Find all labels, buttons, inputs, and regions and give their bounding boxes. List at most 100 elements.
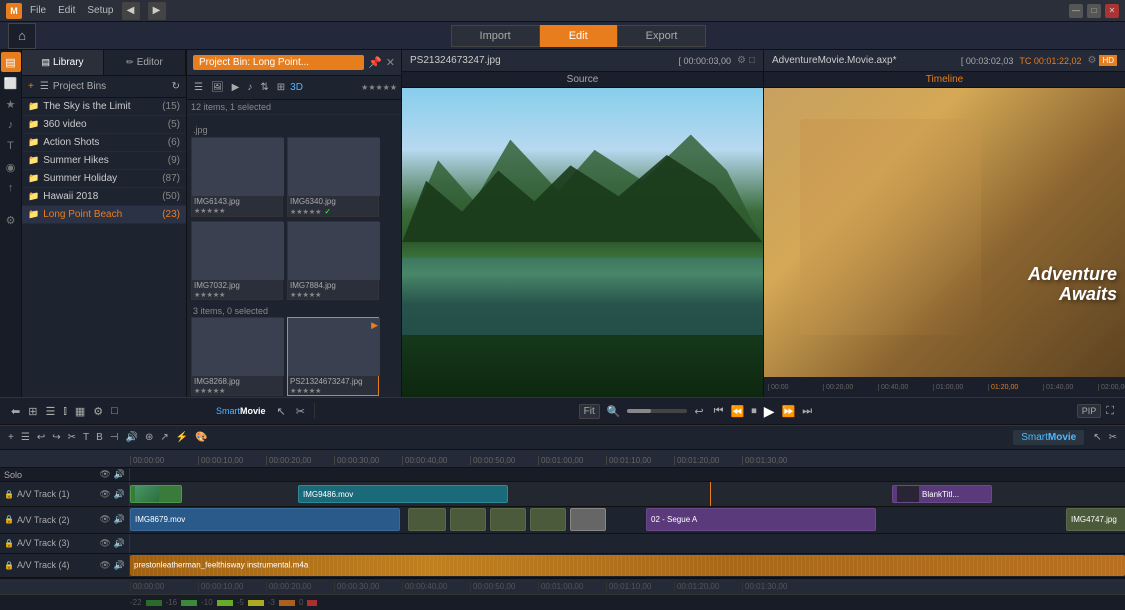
av3-vol[interactable]: 🔊 — [114, 538, 125, 549]
win-min[interactable]: — — [1069, 4, 1083, 18]
media-thumb[interactable]: IMG7032.jpg ★★★★★ — [191, 221, 283, 300]
zoom-label[interactable]: Fit — [579, 404, 600, 419]
clip-block[interactable] — [450, 508, 486, 530]
tl-trim[interactable]: ⊣ — [108, 431, 121, 444]
av2-content[interactable]: IMG8679.mov 02 - Segue A IMG4747.jpg — [130, 507, 1125, 533]
av2-vol[interactable]: 🔊 — [114, 514, 125, 525]
win-max[interactable]: □ — [1087, 4, 1101, 18]
av4-vol[interactable]: 🔊 — [114, 560, 125, 571]
smartmovie-timeline-btn[interactable]: SmartMovie — [1013, 430, 1084, 445]
back-btn[interactable]: ◀ — [122, 2, 140, 20]
tl-cut[interactable]: ✂ — [66, 431, 78, 444]
fwd-btn[interactable]: ▶ — [148, 2, 166, 20]
media-thumb[interactable]: IMG8268.jpg ★★★★★ — [191, 317, 283, 396]
pb-grid-icon[interactable]: ⊞ — [25, 403, 40, 420]
mt-audio-icon[interactable]: ♪ — [244, 81, 255, 94]
pb-step-fwd[interactable]: ⏩ — [779, 403, 799, 420]
tool-share[interactable]: ↑ — [1, 178, 21, 198]
pin-icon[interactable]: 📌 — [368, 56, 382, 69]
mt-image-icon[interactable]: 🖼 — [208, 81, 227, 94]
pb-fullscreen[interactable]: ⛶ — [1103, 403, 1117, 420]
tool-media[interactable]: ▤ — [1, 52, 21, 72]
panel-menu-btn[interactable]: ☰ — [38, 80, 51, 93]
menu-setup[interactable]: Setup — [87, 5, 113, 16]
tl-undo[interactable]: ↩ — [35, 431, 47, 444]
menu-file[interactable]: File — [30, 5, 46, 16]
bin-item[interactable]: 📁 Hawaii 2018 (50) — [22, 188, 186, 206]
source-icon2[interactable]: □ — [749, 55, 755, 66]
pb-stop-btn[interactable]: ⏹ — [748, 403, 760, 420]
pb-undo-btn[interactable]: ↩ — [691, 403, 706, 420]
tl-filter[interactable]: ⊛ — [143, 431, 155, 444]
av1-eye[interactable]: 👁 — [99, 489, 110, 500]
clip-block[interactable]: IMG9486.mov — [298, 485, 508, 504]
tl-bold[interactable]: B — [94, 431, 105, 444]
smartmovie-btn[interactable]: SmartMovie — [212, 406, 270, 416]
clip-block[interactable] — [490, 508, 526, 530]
clip-block[interactable]: IMG4747.jpg — [1066, 508, 1125, 530]
home-button[interactable]: ⌂ — [8, 23, 36, 49]
av1-vol[interactable]: 🔊 — [114, 489, 125, 500]
media-thumb-selected[interactable]: ▶ PS21324673247.jpg ★★★★★ — [287, 317, 379, 396]
tl-cursor-tool[interactable]: ↖ — [1091, 431, 1103, 444]
pb-zoom-slider[interactable] — [627, 409, 687, 413]
close-media-icon[interactable]: ✕ — [386, 56, 395, 69]
menu-edit[interactable]: Edit — [58, 5, 75, 16]
solo-vol-icon[interactable]: 🔊 — [114, 469, 125, 480]
pb-settings-btn[interactable]: ⚙ — [90, 403, 106, 420]
media-thumb[interactable]: IMG6340.jpg ★★★★★✓ — [287, 137, 379, 217]
clip-block[interactable]: BlankTitl... — [892, 485, 992, 504]
clip-block[interactable]: 02 - Segue A — [646, 508, 876, 530]
bin-item-active[interactable]: 📁 Long Point Beach (23) — [22, 206, 186, 224]
av3-eye[interactable]: 👁 — [99, 538, 110, 549]
tl-text[interactable]: T — [81, 431, 91, 444]
bin-item[interactable]: 📁 360 video (5) — [22, 116, 186, 134]
tl-color[interactable]: 🎨 — [193, 431, 209, 444]
pb-list-icon[interactable]: ☰ — [42, 403, 58, 420]
tool-settings[interactable]: ⚙ — [1, 210, 21, 230]
pb-cursor-icon[interactable]: ↖ — [274, 403, 289, 420]
tool-transitions[interactable]: ⬜ — [1, 73, 21, 93]
pb-col-icon[interactable]: ⫾ — [60, 403, 70, 420]
pb-arrow-left[interactable]: ⬅ — [8, 403, 23, 420]
tool-effects[interactable]: ★ — [1, 94, 21, 114]
tool-titles[interactable]: T — [1, 136, 21, 156]
pb-prev-frame[interactable]: ⏮ — [711, 403, 727, 420]
pb-play-btn[interactable]: ▶ — [761, 401, 778, 422]
av4-content[interactable]: prestonleatherman_feelthisway instrument… — [130, 554, 1125, 577]
tab-editor[interactable]: ✏ Editor — [104, 50, 186, 75]
tl-menu[interactable]: ☰ — [19, 431, 32, 444]
tool-audio[interactable]: ♪ — [1, 115, 21, 135]
pb-next-frame[interactable]: ⏭ — [799, 403, 815, 420]
tl-speed[interactable]: ⚡ — [174, 431, 190, 444]
pb-pip-label[interactable]: PIP — [1077, 404, 1102, 418]
timeline-icon1[interactable]: ⚙ — [1087, 55, 1096, 66]
tab-library[interactable]: ▤ Library — [22, 50, 104, 75]
tool-disc[interactable]: ◉ — [1, 157, 21, 177]
bin-item[interactable]: 📁 Summer Holiday (87) — [22, 170, 186, 188]
mt-filter-icon[interactable]: ☰ — [191, 81, 206, 94]
clip-block[interactable] — [130, 485, 182, 504]
tab-export[interactable]: Export — [617, 25, 707, 47]
mt-3d-label[interactable]: 3D — [290, 82, 303, 93]
pb-trim-icon[interactable]: ✂ — [293, 403, 308, 420]
panel-add-btn[interactable]: + — [26, 80, 36, 93]
clip-block[interactable] — [530, 508, 566, 530]
mt-video-icon[interactable]: ▶ — [229, 81, 243, 94]
clip-block[interactable] — [408, 508, 446, 530]
av4-eye[interactable]: 👁 — [99, 560, 110, 571]
mt-sort-icon[interactable]: ⇅ — [257, 81, 271, 94]
pb-layout-btn[interactable]: □ — [108, 403, 121, 419]
bin-item[interactable]: 📁 Summer Hikes (9) — [22, 152, 186, 170]
win-close[interactable]: ✕ — [1105, 4, 1119, 18]
mt-grid-icon[interactable]: ⊞ — [274, 81, 288, 94]
pb-step-back[interactable]: ⏪ — [728, 403, 748, 420]
tl-cut-tool[interactable]: ✂ — [1107, 431, 1119, 444]
clip-block[interactable]: IMG8679.mov — [130, 508, 400, 530]
tl-motion[interactable]: ↗ — [158, 431, 170, 444]
tl-redo[interactable]: ↪ — [50, 431, 62, 444]
tl-vol[interactable]: 🔊 — [123, 431, 139, 444]
panel-refresh-btn[interactable]: ↻ — [170, 80, 182, 93]
media-thumb[interactable]: IMG7884.jpg ★★★★★ — [287, 221, 379, 300]
av3-content[interactable] — [130, 534, 1125, 553]
